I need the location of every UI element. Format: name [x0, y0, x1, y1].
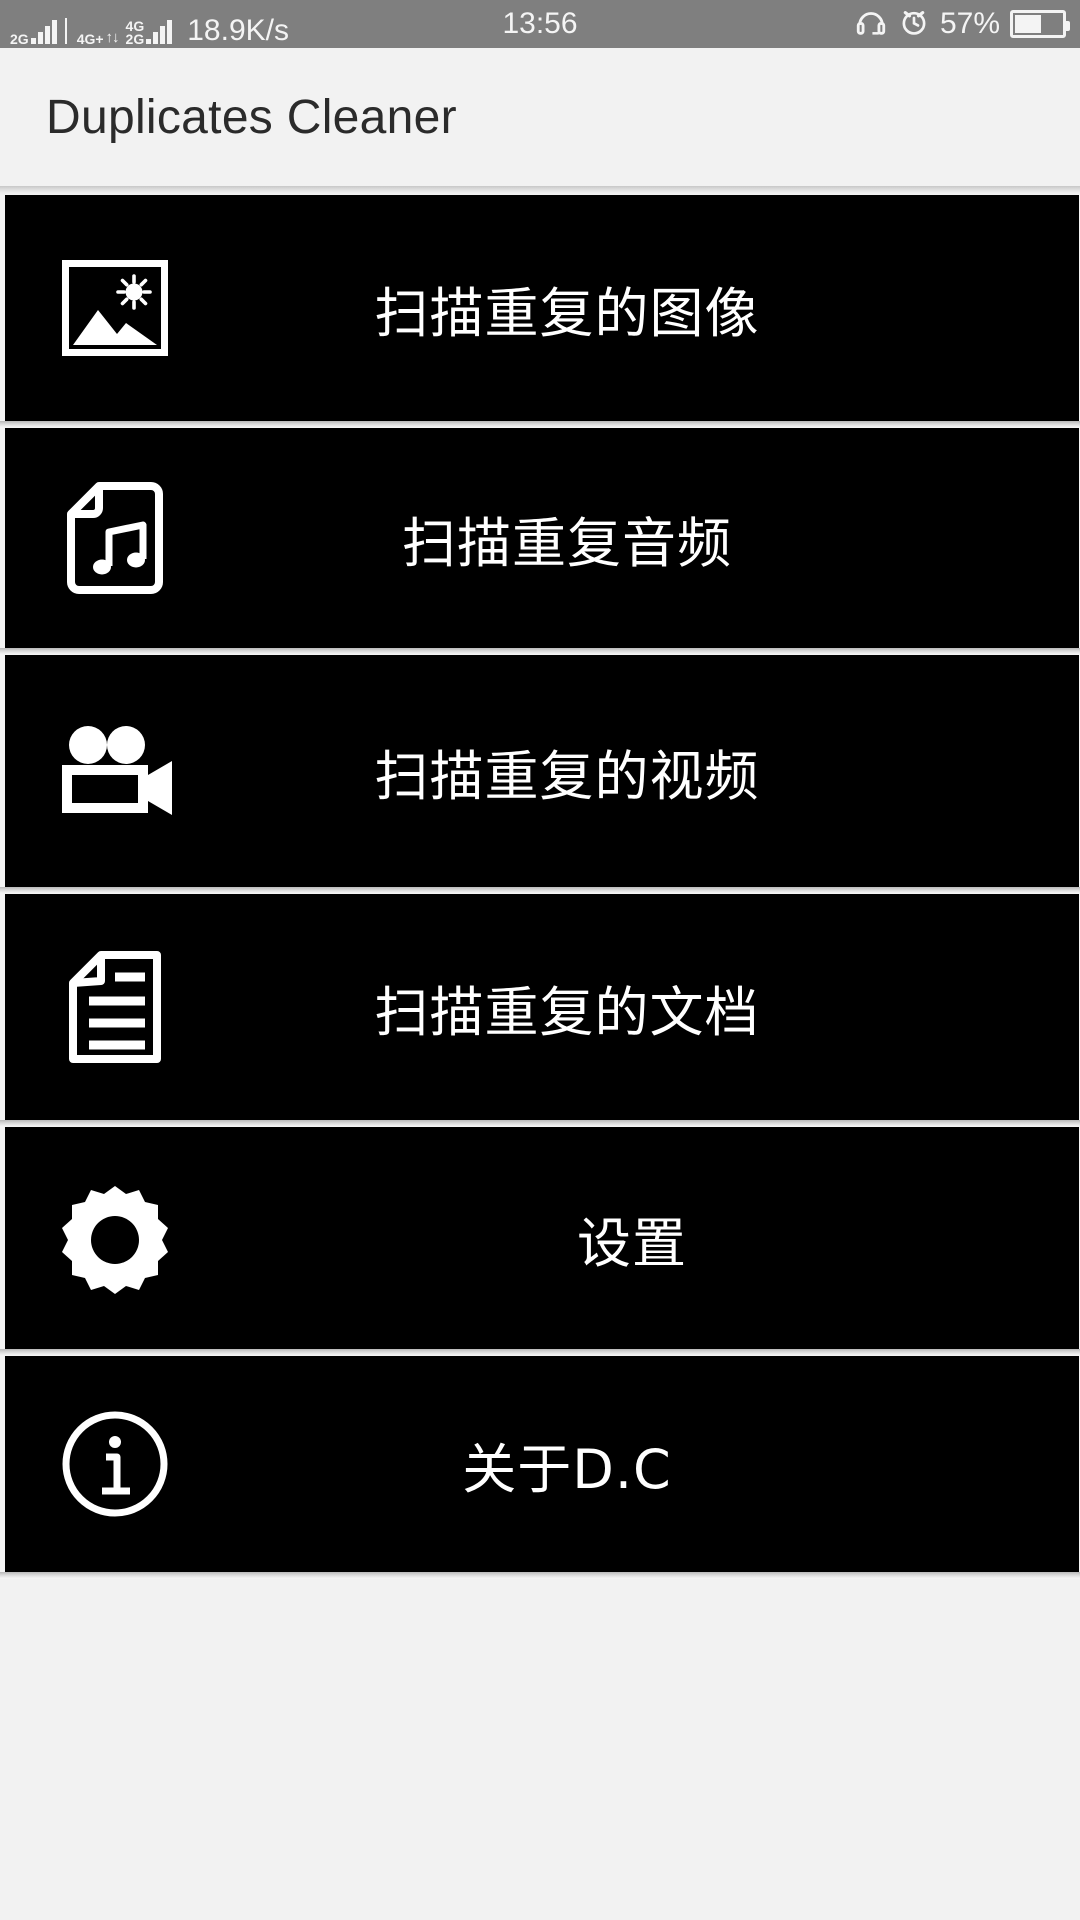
movie-camera-icon [5, 723, 225, 819]
sim1-signal-bars-icon [30, 18, 57, 44]
music-file-icon [5, 482, 225, 594]
sim1-network-type-label: 2G [10, 31, 29, 47]
menu-item-label: 设置 [577, 1211, 687, 1275]
clock-label: 13:56 [502, 7, 578, 40]
headset-icon [854, 5, 888, 44]
main-menu-list: 扫描重复的图像 扫描重复音频 扫描重复的视频 扫描重复的文档 设置 关于D.C [0, 195, 1080, 1579]
alarm-clock-icon [898, 6, 930, 43]
photo-landscape-icon [5, 260, 225, 356]
menu-item-label: 扫描重复的图像 [374, 281, 760, 345]
menu-card-divider [0, 648, 1080, 655]
menu-card-divider [0, 421, 1080, 428]
sim1-signal-indicator: 2G [10, 8, 57, 48]
status-bar-left-cluster: 2G 4G+ ↑↓ 4G 2G 18.9K/s [0, 0, 289, 48]
menu-card-divider [0, 1572, 1080, 1579]
menu-item-scan-duplicate-audio[interactable]: 扫描重复音频 [5, 428, 1079, 648]
menu-item-settings[interactable]: 设置 [5, 1127, 1079, 1349]
menu-item-label: 扫描重复音频 [402, 511, 732, 575]
menu-item-label: 关于D.C [462, 1437, 672, 1501]
menu-card-divider [0, 887, 1080, 894]
status-bar-right-cluster: 57% [854, 0, 1080, 48]
battery-percent-label: 57% [939, 7, 1000, 40]
sim3-network-type-label: 4G 2G [125, 19, 145, 47]
battery-fill [1015, 15, 1042, 33]
menu-item-scan-duplicate-docs[interactable]: 扫描重复的文档 [5, 894, 1079, 1120]
status-bar[interactable]: 2G 4G+ ↑↓ 4G 2G 18.9K/s 13:56 57% [0, 0, 1080, 48]
info-circle-icon [5, 1409, 225, 1519]
sim2-network-type-label: 4G+ [76, 31, 104, 47]
status-bar-divider [64, 18, 67, 44]
menu-item-scan-duplicate-video[interactable]: 扫描重复的视频 [5, 655, 1079, 887]
data-transfer-indicator: 4G+ ↑↓ [76, 8, 120, 48]
data-arrows-icon: ↑↓ [105, 29, 120, 46]
gear-icon [5, 1182, 225, 1294]
sim2-signal-indicator: 4G 2G [126, 8, 173, 48]
sim2-signal-bars-icon [146, 18, 173, 44]
document-icon [5, 951, 225, 1063]
menu-item-scan-duplicate-images[interactable]: 扫描重复的图像 [5, 195, 1079, 421]
menu-card-divider [0, 1120, 1080, 1127]
menu-item-label: 扫描重复的视频 [374, 744, 760, 808]
sim3-bottom-label: 2G [125, 31, 145, 47]
menu-item-label: 扫描重复的文档 [374, 980, 760, 1044]
battery-icon [1010, 10, 1070, 38]
app-header: Duplicates Cleaner [0, 48, 1080, 186]
network-speed-label: 18.9K/s [187, 14, 289, 47]
page-title: Duplicates Cleaner [46, 90, 457, 144]
menu-card-divider [0, 1349, 1080, 1356]
menu-item-about[interactable]: 关于D.C [5, 1356, 1079, 1572]
header-shadow-divider [0, 186, 1080, 195]
